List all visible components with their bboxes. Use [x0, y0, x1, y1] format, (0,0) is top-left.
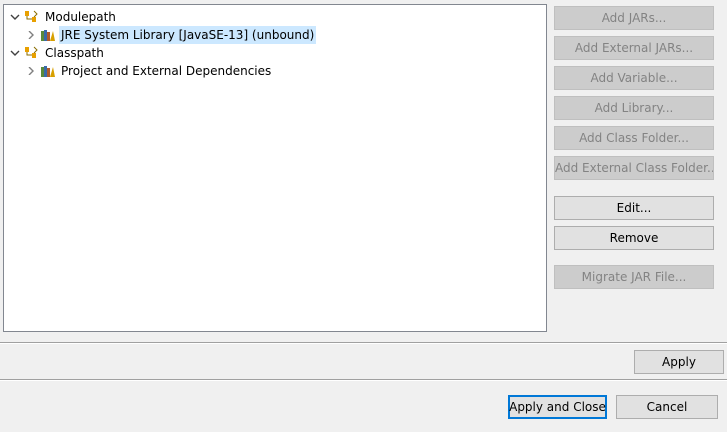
remove-button[interactable]: Remove	[554, 226, 714, 250]
add-jars-button[interactable]: Add JARs...	[554, 6, 714, 30]
jre-library-icon	[40, 63, 56, 79]
add-variable-button[interactable]: Add Variable...	[554, 66, 714, 90]
tree-item-label: Classpath	[45, 46, 104, 60]
jre-library-icon	[40, 27, 56, 43]
apply-button[interactable]: Apply	[634, 350, 724, 374]
tree-item-classpath[interactable]: Classpath	[10, 44, 106, 62]
java-build-path-page: Modulepath JRE System Library [JavaSE-13…	[0, 0, 727, 432]
migrate-jar-file-button[interactable]: Migrate JAR File...	[554, 265, 714, 289]
tree-item-jre-system-library[interactable]: JRE System Library [JavaSE-13] (unbound)	[26, 26, 317, 44]
add-class-folder-button[interactable]: Add Class Folder...	[554, 126, 714, 150]
cancel-button[interactable]: Cancel	[616, 395, 718, 419]
tree-item-project-external-dependencies[interactable]: Project and External Dependencies	[26, 62, 273, 80]
chevron-down-icon[interactable]	[10, 8, 20, 26]
library-group-icon	[24, 9, 40, 25]
separator	[0, 343, 727, 344]
edit-button[interactable]: Edit...	[554, 196, 714, 220]
add-external-class-folder-button[interactable]: Add External Class Folder...	[554, 156, 714, 180]
chevron-right-icon[interactable]	[26, 62, 36, 80]
add-external-jars-button[interactable]: Add External JARs...	[554, 36, 714, 60]
add-library-button[interactable]: Add Library...	[554, 96, 714, 120]
tree-item-label: Modulepath	[45, 10, 116, 24]
tree-item-label: Project and External Dependencies	[61, 64, 272, 78]
apply-and-close-button[interactable]: Apply and Close	[508, 395, 607, 419]
tree-item-label: JRE System Library [JavaSE-13] (unbound)	[59, 26, 317, 44]
separator	[0, 380, 727, 381]
build-path-tree[interactable]: Modulepath JRE System Library [JavaSE-13…	[3, 4, 547, 332]
chevron-right-icon[interactable]	[26, 26, 36, 44]
library-group-icon	[24, 45, 40, 61]
chevron-down-icon[interactable]	[10, 44, 20, 62]
tree-item-modulepath[interactable]: Modulepath	[10, 8, 118, 26]
